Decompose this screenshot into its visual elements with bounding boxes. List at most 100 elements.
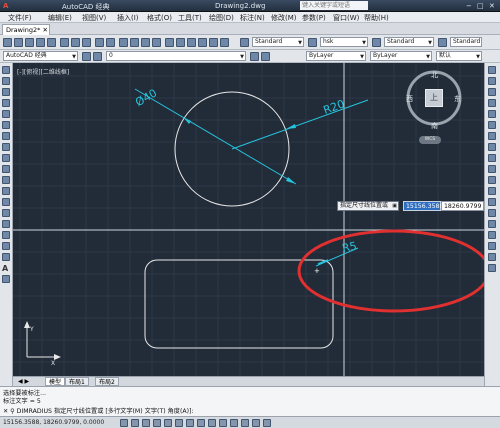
object-snap-icon[interactable] xyxy=(175,419,183,427)
multiline-text-icon[interactable]: A xyxy=(2,264,10,273)
design-center-icon[interactable] xyxy=(176,38,185,47)
down-arrow-icon[interactable]: ▣ xyxy=(392,202,397,210)
blend-curves-icon[interactable] xyxy=(488,242,496,250)
mirror-icon[interactable] xyxy=(488,88,496,96)
zoom-previous-icon[interactable] xyxy=(152,38,161,47)
copy-object-icon[interactable] xyxy=(488,77,496,85)
paste-icon[interactable] xyxy=(82,38,91,47)
move-icon[interactable] xyxy=(488,121,496,129)
maximize-icon[interactable]: □ xyxy=(477,2,484,10)
workspace-settings-icon[interactable] xyxy=(82,52,91,61)
stretch-icon[interactable] xyxy=(488,154,496,162)
workspace-combo[interactable]: AutoCAD 经典 ▼ xyxy=(3,51,78,61)
preview-icon[interactable] xyxy=(47,38,56,47)
table-style-icon[interactable] xyxy=(372,38,381,47)
tab-model[interactable]: 模型 xyxy=(45,377,66,386)
hatch-icon[interactable] xyxy=(2,220,10,228)
revision-cloud-icon[interactable] xyxy=(2,143,10,151)
polyline-icon[interactable] xyxy=(2,88,10,96)
break-at-point-icon[interactable] xyxy=(488,187,496,195)
text-style-icon[interactable] xyxy=(240,38,249,47)
compass-north[interactable]: 北 xyxy=(431,70,438,80)
menu-window[interactable]: 窗口(W) xyxy=(333,13,359,23)
explode-icon[interactable] xyxy=(488,253,496,261)
dynamic-x-input[interactable]: 15156.3588 xyxy=(403,201,443,211)
viewcube[interactable]: 北 南 东 西 上 WCS xyxy=(403,69,467,159)
app-logo-icon[interactable]: A xyxy=(3,2,8,10)
dynamic-y-input[interactable]: 18260.9799 xyxy=(441,201,484,211)
array-icon[interactable] xyxy=(488,110,496,118)
gradient-icon[interactable] xyxy=(2,231,10,239)
multileader-style-combo[interactable]: Standard xyxy=(450,37,482,47)
dynamic-ucs-icon[interactable] xyxy=(208,419,216,427)
drawing-canvas[interactable]: Ø40 R20 R5 + Y X [-][俯视][二维线框] 北 南 东 西 上… xyxy=(13,63,484,376)
tool-palettes-icon[interactable] xyxy=(187,38,196,47)
coordinate-readout[interactable]: 15156.3588, 18260.9799, 0.0000 xyxy=(3,419,104,426)
undo-icon[interactable] xyxy=(95,38,104,47)
circle-icon[interactable] xyxy=(2,132,10,140)
tab-layout2[interactable]: 布局2 xyxy=(95,377,119,386)
dimension-toolbar-icon[interactable] xyxy=(488,264,496,272)
menu-dimension[interactable]: 标注(N) xyxy=(240,13,265,23)
zoom-window-icon[interactable] xyxy=(141,38,150,47)
polygon-icon[interactable] xyxy=(2,99,10,107)
command-window[interactable]: 选择要被标注... 标注文字 = 5 ✕ ⚲ DIMRADIUS 指定尺寸线位置… xyxy=(0,386,500,416)
dim-style-combo[interactable]: hsk ▼ xyxy=(320,37,368,47)
radius-dimension-line[interactable] xyxy=(231,99,369,150)
compass-south[interactable]: 南 xyxy=(431,121,438,131)
workspace-name[interactable]: AutoCAD 经典 xyxy=(62,2,110,12)
menu-format[interactable]: 格式(O) xyxy=(147,13,172,23)
erase-icon[interactable] xyxy=(488,66,496,74)
redo-icon[interactable] xyxy=(106,38,115,47)
polar-tracking-icon[interactable] xyxy=(164,419,172,427)
object-snap-tracking-icon[interactable] xyxy=(197,419,205,427)
tab-nav-arrows[interactable]: ◀ ▶ xyxy=(15,377,32,386)
pan-icon[interactable] xyxy=(119,38,128,47)
close-icon[interactable]: ✕ xyxy=(43,26,48,34)
scale-icon[interactable] xyxy=(488,143,496,151)
search-input[interactable]: 键入关键字或短语 xyxy=(300,1,368,10)
search-icon[interactable]: ⚲ xyxy=(10,408,15,415)
command-line-input[interactable]: ✕ ⚲ DIMRADIUS 指定尺寸线位置或 [多行文字(M) 文字(T) 角度… xyxy=(3,406,194,415)
lineweight-icon[interactable] xyxy=(230,419,238,427)
new-icon[interactable] xyxy=(3,38,12,47)
table-style-combo[interactable]: Standard ▼ xyxy=(384,37,434,47)
ortho-mode-icon[interactable] xyxy=(153,419,161,427)
help-icon[interactable] xyxy=(220,38,229,47)
region-icon[interactable] xyxy=(2,242,10,250)
selection-cycling-icon[interactable] xyxy=(263,419,271,427)
multileader-style-icon[interactable] xyxy=(438,38,447,47)
make-current-layer-icon[interactable] xyxy=(250,52,259,61)
calculator-icon[interactable] xyxy=(209,38,218,47)
cut-icon[interactable] xyxy=(60,38,69,47)
dynamic-input-icon[interactable] xyxy=(219,419,227,427)
offset-icon[interactable] xyxy=(488,99,496,107)
close-icon[interactable]: ✕ xyxy=(489,2,495,10)
point-icon[interactable] xyxy=(2,209,10,217)
compass-west[interactable]: 西 xyxy=(406,94,413,104)
break-icon[interactable] xyxy=(488,198,496,206)
rounded-rectangle-shape[interactable] xyxy=(144,259,334,349)
trim-icon[interactable] xyxy=(488,165,496,173)
menu-view[interactable]: 视图(V) xyxy=(82,13,106,23)
viewcube-top-face[interactable]: 上 xyxy=(425,89,443,107)
chamfer-icon[interactable] xyxy=(488,220,496,228)
menu-parameter[interactable]: 参数(P) xyxy=(302,13,326,23)
rectangle-icon[interactable] xyxy=(2,110,10,118)
arc-icon[interactable] xyxy=(2,121,10,129)
infer-constraints-icon[interactable] xyxy=(120,419,128,427)
grid-display-icon[interactable] xyxy=(142,419,150,427)
lineweight-combo[interactable]: 默认 ▼ xyxy=(436,51,482,61)
menu-help[interactable]: 帮助(H) xyxy=(364,13,389,23)
menu-edit[interactable]: 编辑(E) xyxy=(48,13,72,23)
make-block-icon[interactable] xyxy=(2,198,10,206)
transparency-icon[interactable] xyxy=(241,419,249,427)
join-icon[interactable] xyxy=(488,209,496,217)
snap-mode-icon[interactable] xyxy=(131,419,139,427)
diameter-dimension-line[interactable] xyxy=(134,88,297,185)
rotate-icon[interactable] xyxy=(488,132,496,140)
save-icon[interactable] xyxy=(25,38,34,47)
menu-draw[interactable]: 绘图(D) xyxy=(209,13,234,23)
close-icon[interactable]: ✕ xyxy=(3,408,8,415)
minimize-icon[interactable]: − xyxy=(466,2,472,10)
